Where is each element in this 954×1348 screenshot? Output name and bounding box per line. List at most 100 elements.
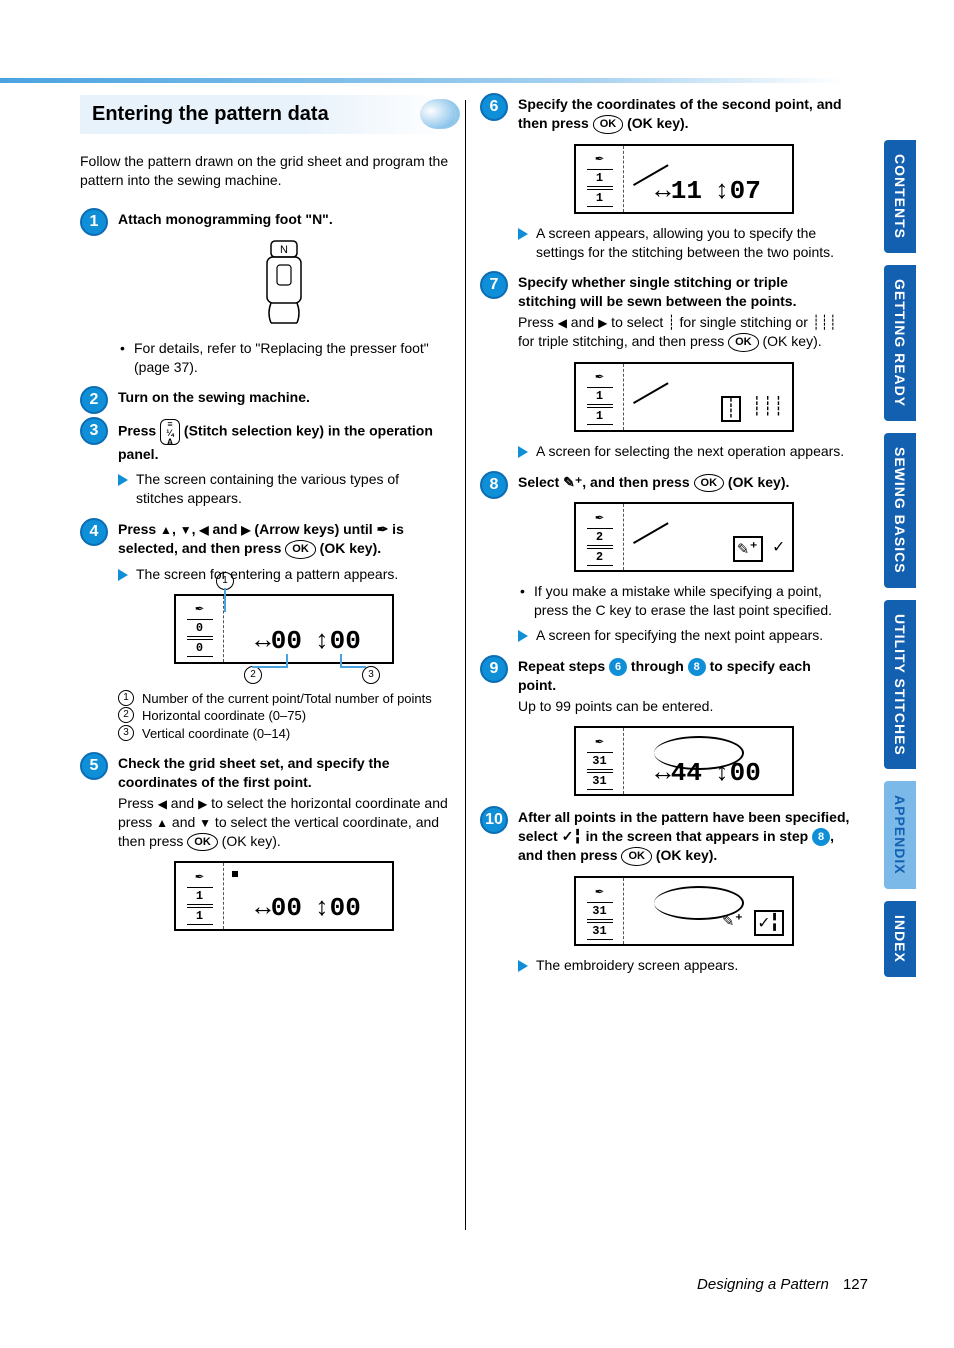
step-5-body: Press ◀ and ▶ to select the horizontal c…: [118, 794, 450, 852]
lcd-pen-icon: ✒: [195, 868, 203, 885]
step-5-title: Check the grid sheet set, and specify th…: [118, 754, 450, 792]
step-badge: 1: [80, 208, 108, 236]
lcd-diagram-a: 1 ✒ 0 0 ↔00 ↕00 2 3: [164, 594, 404, 664]
finish-icon: ✓: [773, 536, 784, 562]
tab-appendix[interactable]: APPENDIX: [884, 781, 916, 889]
step-badge: 5: [80, 752, 108, 780]
triple-stitch-icon: ┊┊┊: [751, 396, 784, 422]
step-1: 1 Attach monogramming foot "N". N For de…: [80, 210, 450, 377]
step-4-result: The screen for entering a pattern appear…: [118, 565, 450, 584]
step-6-result: A screen appears, allowing you to specif…: [518, 224, 850, 262]
lcd-cur-point: 0: [187, 619, 213, 637]
lcd-pattern-shape: [654, 736, 744, 770]
t: (OK key).: [759, 333, 822, 349]
step-3-title: Press ≡¼A (Stitch selection key) in the …: [118, 419, 450, 464]
step-4-title: Press ▲, ▼, ◀ and ▶ (Arrow keys) until ✒…: [118, 520, 450, 559]
down-arrow-icon: ▼: [199, 816, 211, 830]
step-10-title: After all points in the pattern have bee…: [518, 808, 850, 866]
t: Press: [518, 314, 558, 330]
legend-2-icon: 2: [118, 707, 134, 723]
t: (Arrow keys) until: [251, 521, 377, 537]
t: Repeat steps: [518, 658, 609, 674]
tab-sewing-basics[interactable]: SEWING BASICS: [884, 433, 916, 588]
step-8: 8 Select ✎⁺, and then press OK (OK key).…: [480, 473, 850, 645]
ref-step-6: 6: [609, 658, 627, 676]
ok-key-icon: OK: [285, 540, 316, 559]
down-arrow-icon: ▼: [180, 523, 192, 537]
lcd-v-coord: ↕00: [314, 893, 361, 923]
lcd-pen-icon: ✒: [595, 150, 603, 167]
t: Press: [118, 795, 158, 811]
finish-icon: ✓╏: [562, 828, 582, 844]
left-arrow-icon: ◀: [558, 316, 567, 330]
right-column: 6 Specify the coordinates of the second …: [465, 95, 850, 987]
legend-1-icon: 1: [118, 690, 134, 706]
lcd-total-points: 31: [587, 922, 613, 940]
tab-getting-ready[interactable]: GETTING READY: [884, 265, 916, 421]
step-1-title: Attach monogramming foot "N".: [118, 210, 450, 229]
step-9-body: Up to 99 points can be entered.: [518, 697, 850, 716]
lcd-total-points: 1: [587, 407, 613, 425]
ok-key-icon: OK: [694, 474, 725, 493]
lcd-dot: [232, 871, 238, 877]
t: Press: [118, 521, 160, 537]
add-point-icon: ✎⁺: [723, 910, 745, 936]
step-9: 9 Repeat steps 6 through 8 to specify ea…: [480, 657, 850, 796]
lcd-display-b: ✒ 1 1 ↔00 ↕00: [174, 861, 394, 931]
presser-foot-illustration: N: [249, 237, 319, 327]
legend-3-text: Vertical coordinate (0–14): [142, 725, 290, 743]
ok-key-icon: OK: [187, 833, 218, 852]
lcd-v-coord: ↕00: [314, 626, 361, 656]
stitch-selection-key-icon: ≡¼A: [160, 419, 180, 445]
callout-line: [340, 654, 342, 668]
legend-3-icon: 3: [118, 725, 134, 741]
step-10-result: The embroidery screen appears.: [518, 956, 850, 975]
single-stitch-icon: ┊: [667, 314, 675, 330]
lcd-stitch-line: [619, 358, 669, 404]
intro-text: Follow the pattern drawn on the grid she…: [80, 152, 450, 190]
step-2-title: Turn on the sewing machine.: [118, 388, 450, 407]
column-separator: [465, 100, 466, 1230]
step-8-result: A screen for specifying the next point a…: [518, 626, 850, 645]
t: Select: [518, 474, 563, 490]
t: and: [168, 814, 199, 830]
step-7-result: A screen for selecting the next operatio…: [518, 442, 850, 461]
step-6-title: Specify the coordinates of the second po…: [518, 95, 850, 134]
add-point-icon: ✎⁺: [733, 536, 763, 562]
svg-text:N: N: [280, 244, 288, 256]
tab-utility-stitches[interactable]: UTILITY STITCHES: [884, 600, 916, 770]
right-arrow-icon: ▶: [198, 797, 207, 811]
lcd-cur-point: 1: [587, 387, 613, 405]
lcd-total-points: 1: [587, 189, 613, 207]
add-point-icon: ✎⁺: [563, 474, 582, 490]
header-gradient-bar: [0, 78, 844, 83]
ok-key-icon: OK: [728, 333, 759, 352]
t: (OK key).: [623, 115, 688, 131]
ref-step-8: 8: [812, 828, 830, 846]
lcd-display-d: ✒ 1 1 ┊ ┊┊┊: [574, 362, 794, 432]
finish-icon: ✓╏: [754, 910, 784, 936]
lcd-pen-icon: ✒: [595, 733, 603, 750]
tab-index[interactable]: INDEX: [884, 901, 916, 977]
step-2: 2 Turn on the sewing machine.: [80, 388, 450, 407]
step-badge: 4: [80, 518, 108, 546]
lcd-stitch-line: [619, 498, 669, 544]
step-10: 10 After all points in the pattern have …: [480, 808, 850, 975]
lcd-pen-icon: ✒: [595, 368, 603, 385]
legend-2-text: Horizontal coordinate (0–75): [142, 707, 306, 725]
step-1-detail: For details, refer to "Replacing the pre…: [118, 339, 450, 377]
step-7-body: Press ◀ and ▶ to select ┊ for single sti…: [518, 313, 850, 352]
t: (OK key).: [218, 833, 281, 849]
t: for triple stitching, and then press: [518, 333, 728, 349]
lcd-cur-point: 31: [587, 902, 613, 920]
page-number: 127: [843, 1276, 868, 1293]
step-badge: 2: [80, 386, 108, 414]
t: through: [627, 658, 688, 674]
lcd-h-coord: ↔00: [255, 893, 302, 923]
tab-contents[interactable]: CONTENTS: [884, 140, 916, 253]
lcd-total-points: 1: [187, 907, 213, 925]
lcd-total-points: 31: [587, 772, 613, 790]
lcd-h-coord: ↔00: [255, 626, 302, 656]
step-badge: 10: [480, 806, 508, 834]
step-3: 3 Press ≡¼A (Stitch selection key) in th…: [80, 419, 450, 508]
